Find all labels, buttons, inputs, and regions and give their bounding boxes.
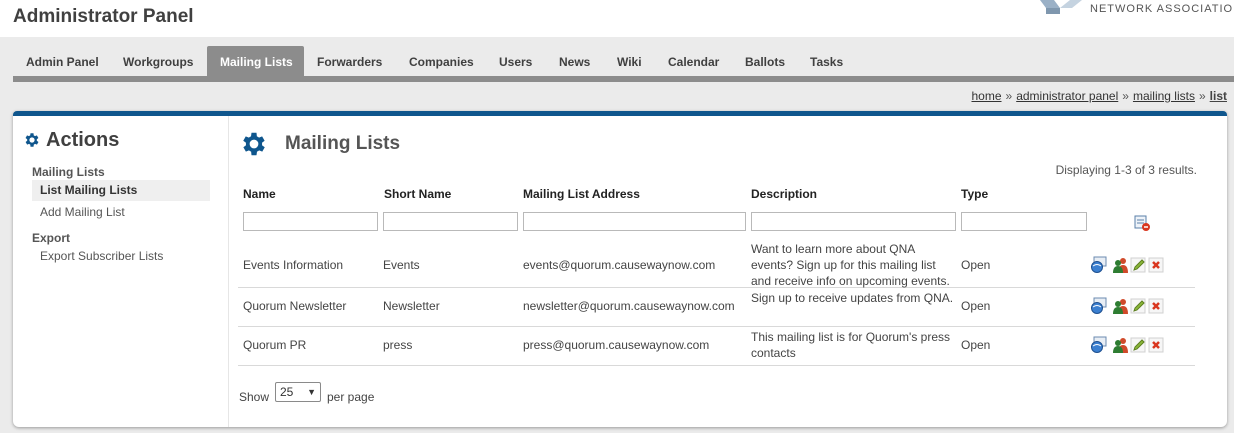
tab-ballots[interactable]: Ballots <box>745 46 785 76</box>
table-row: Quorum PR press press@quorum.causewaynow… <box>238 327 1195 366</box>
view-subscribers-icon[interactable] <box>1090 336 1108 354</box>
gear-icon <box>243 132 265 156</box>
cell-type: Open <box>961 338 991 352</box>
cell-address: press@quorum.causewaynow.com <box>523 338 710 352</box>
sidebar-heading-mailing-lists: Mailing Lists <box>32 165 105 179</box>
breadcrumb-separator: » <box>1198 89 1206 103</box>
delete-x-icon[interactable] <box>1148 297 1166 315</box>
tab-mailing-lists[interactable]: Mailing Lists <box>207 46 304 76</box>
cell-description: This mailing list is for Quorum's press … <box>751 330 951 360</box>
row-actions <box>1090 256 1170 276</box>
cell-short-name: Newsletter <box>383 299 440 313</box>
results-summary: Displaying 1-3 of 3 results. <box>1055 163 1197 177</box>
manage-users-icon[interactable] <box>1112 297 1130 315</box>
tab-companies[interactable]: Companies <box>409 46 474 76</box>
table-row: Quorum Newsletter Newsletter newsletter@… <box>238 288 1195 327</box>
clear-filters-icon[interactable] <box>1133 214 1151 232</box>
edit-pencil-icon[interactable] <box>1130 256 1148 274</box>
sidebar: Actions Mailing Lists List Mailing Lists… <box>13 116 229 427</box>
filter-type-input[interactable] <box>961 212 1087 231</box>
filter-description-input[interactable] <box>751 212 956 231</box>
sidebar-item-list-mailing-lists[interactable]: List Mailing Lists <box>32 180 210 201</box>
breadcrumb-home[interactable]: home <box>971 89 1001 103</box>
logo-cubes-icon <box>1040 0 1082 14</box>
main-panel: Actions Mailing Lists List Mailing Lists… <box>13 111 1227 427</box>
tab-calendar[interactable]: Calendar <box>668 46 719 76</box>
view-subscribers-icon[interactable] <box>1090 256 1108 274</box>
tab-users[interactable]: Users <box>499 46 532 76</box>
sidebar-item-add-mailing-list[interactable]: Add Mailing List <box>40 205 125 219</box>
page-title-text: Mailing Lists <box>285 133 401 154</box>
filter-short-name-input[interactable] <box>383 212 518 231</box>
row-actions <box>1090 336 1170 356</box>
row-actions <box>1090 297 1170 317</box>
tab-admin-panel[interactable]: Admin Panel <box>26 46 99 76</box>
tab-tasks[interactable]: Tasks <box>810 46 843 76</box>
actions-heading: Actions <box>23 129 119 152</box>
tab-workgroups[interactable]: Workgroups <box>123 46 193 76</box>
column-header-name[interactable]: Name <box>243 187 276 201</box>
actions-title: Actions <box>46 129 120 151</box>
column-header-short-name[interactable]: Short Name <box>384 187 451 201</box>
cell-short-name: press <box>383 338 413 352</box>
pager-show-label: Show <box>239 390 270 404</box>
chevron-down-icon: ▼ <box>307 387 316 397</box>
column-header-type[interactable]: Type <box>961 187 988 201</box>
pager-per-page-label: per page <box>327 390 375 404</box>
nav-divider <box>13 76 1234 82</box>
breadcrumb-current: list <box>1209 89 1227 103</box>
view-subscribers-icon[interactable] <box>1090 297 1108 315</box>
per-page-select[interactable]: 25 ▼ <box>275 382 321 402</box>
manage-users-icon[interactable] <box>1112 256 1130 274</box>
gear-icon <box>25 133 39 147</box>
cell-name: Events Information <box>243 258 344 272</box>
sidebar-item-export-subscriber-lists[interactable]: Export Subscriber Lists <box>40 249 163 263</box>
edit-pencil-icon[interactable] <box>1130 297 1148 315</box>
breadcrumb-mailing-lists[interactable]: mailing lists <box>1133 89 1195 103</box>
sidebar-heading-export: Export <box>32 231 71 245</box>
org-name: NETWORK ASSOCIATION <box>1090 3 1234 15</box>
column-header-address[interactable]: Mailing List Address <box>523 187 640 201</box>
cell-description: Want to learn more about QNA events? Sig… <box>751 242 950 288</box>
content-area: Mailing Lists Displaying 1-3 of 3 result… <box>229 116 1227 427</box>
cell-description: Sign up to receive updates from QNA. <box>751 291 954 305</box>
breadcrumb-separator: » <box>1005 89 1013 103</box>
cell-type: Open <box>961 258 991 272</box>
cell-type: Open <box>961 299 991 313</box>
filter-address-input[interactable] <box>523 212 746 231</box>
tab-news[interactable]: News <box>559 46 590 76</box>
page-title: Mailing Lists <box>239 129 400 164</box>
edit-pencil-icon[interactable] <box>1130 336 1148 354</box>
header: Administrator Panel NETWORK ASSOCIATION <box>0 0 1234 37</box>
cell-name: Quorum Newsletter <box>243 299 347 313</box>
breadcrumb-administrator-panel[interactable]: administrator panel <box>1016 89 1118 103</box>
org-logo: NETWORK ASSOCIATION <box>1040 0 1234 22</box>
app-title: Administrator Panel <box>13 6 194 27</box>
per-page-value: 25 <box>280 385 294 399</box>
cell-address: events@quorum.causewaynow.com <box>523 258 716 272</box>
table-row: Events Information Events events@quorum.… <box>238 239 1195 288</box>
manage-users-icon[interactable] <box>1112 336 1130 354</box>
breadcrumb: home» administrator panel» mailing lists» l… <box>971 89 1227 103</box>
tab-wiki[interactable]: Wiki <box>617 46 642 76</box>
breadcrumb-separator: » <box>1122 89 1129 103</box>
column-header-description[interactable]: Description <box>751 187 817 201</box>
delete-x-icon[interactable] <box>1148 256 1166 274</box>
cell-short-name: Events <box>383 258 420 272</box>
delete-x-icon[interactable] <box>1148 336 1166 354</box>
cell-address: newsletter@quorum.causewaynow.com <box>523 299 735 313</box>
cell-name: Quorum PR <box>243 338 307 352</box>
filter-name-input[interactable] <box>243 212 378 231</box>
tab-forwarders[interactable]: Forwarders <box>317 46 382 76</box>
